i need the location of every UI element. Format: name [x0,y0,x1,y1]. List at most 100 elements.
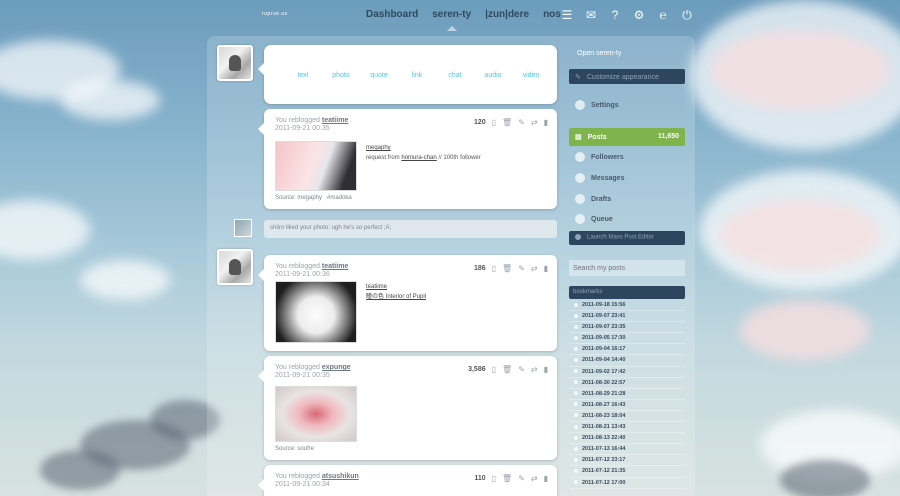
post-type-text[interactable]: text [284,72,322,79]
pin-icon[interactable]: ▮ [544,474,548,483]
bookmark-item[interactable]: 2011-07-12 23:17 [569,455,685,467]
bookmark-item[interactable]: 2011-09-04 16:17 [569,344,685,356]
mail-icon[interactable]: ✉ [584,8,598,22]
delete-icon[interactable]: 🗑 [502,118,512,127]
edit-icon[interactable]: ✎ [518,118,525,127]
bookmark-item[interactable]: 2011-09-04 14:40 [569,355,685,367]
user-avatar[interactable] [217,249,253,285]
notes-count[interactable]: 3,586 [468,366,486,373]
site-logo[interactable]: ruprue.us [262,11,288,17]
nav-nos[interactable]: nos [543,9,561,20]
bookmark-item[interactable]: 2011-08-30 22:57 [569,378,685,389]
posts-link[interactable]: ▤ Posts 11,650 [569,128,685,146]
queue-link[interactable]: Queue [569,214,685,228]
bookmark-item[interactable]: 2011-08-13 22:40 [569,433,685,445]
bookmark-item[interactable]: 2011-09-05 17:30 [569,333,685,345]
notification-row: shiiro liked your photo: ugh he's so per… [264,220,557,238]
search-posts-input[interactable] [569,260,685,276]
post-image[interactable] [275,386,357,442]
notes-count[interactable]: 120 [474,119,486,126]
reblog-icon[interactable]: ⇄ [531,264,538,273]
post-controls: 3,586 ▯ 🗑 ✎ ⇄ ▮ [468,365,548,374]
edit-icon[interactable]: ✎ [518,474,525,483]
bookmark-item[interactable]: 2011-08-27 16:43 [569,400,685,411]
power-icon[interactable]: ⏻ [680,8,694,22]
nav-dashboard[interactable]: Dashboard [366,9,418,20]
gear-icon[interactable]: ⚙ [632,8,646,22]
user-avatar[interactable] [217,45,253,81]
notes-count[interactable]: 186 [474,265,486,272]
delete-icon[interactable]: 🗑 [502,264,512,273]
bookmark-item[interactable]: 2011-08-23 18:04 [569,411,685,423]
delete-icon[interactable]: 🗑 [502,474,512,483]
post-body-user[interactable]: teatiime [366,284,387,290]
post-header: You reblogged expunge 2011-09-21 00:35 [275,364,351,379]
bookmark-item[interactable]: 2011-09-18 15:56 [569,300,685,312]
help-icon[interactable]: ? [608,8,622,22]
list-icon[interactable]: ☰ [560,8,574,22]
messages-link[interactable]: Messages [569,173,685,187]
homura-chan-link[interactable]: homura-chan [401,155,436,161]
edit-icon[interactable]: ✎ [518,264,525,273]
bookmarks-list: 2011-09-18 15:56 2011-09-07 23:41 2011-0… [569,300,685,489]
pin-icon[interactable]: ▮ [544,365,548,374]
open-blog-link[interactable]: Open seren-ty [569,48,685,60]
pin-icon[interactable]: ▮ [544,118,548,127]
post-type-link[interactable]: link [398,72,436,79]
page-icon: ▯ [491,365,497,374]
pin-icon[interactable]: ▮ [544,264,548,273]
notes-count[interactable]: 110 [474,475,485,482]
post-timestamp: 2011-09-21 00:35 [275,125,330,132]
bookmark-item[interactable]: 2011-08-29 21:28 [569,389,685,400]
post-header: You reblogged atsushikun 2011-09-21 00:3… [275,473,359,488]
reblog-icon[interactable]: ⇄ [531,365,538,374]
reblog-icon[interactable]: ⇄ [531,118,538,127]
bookmark-item[interactable]: 2011-09-02 17:42 [569,367,685,378]
edit-icon[interactable]: ✎ [518,365,525,374]
post-type-quote[interactable]: quote [360,72,398,79]
post-type-chat[interactable]: chat [436,72,474,79]
bookmark-item[interactable]: 2011-09-07 23:35 [569,322,685,334]
page-icon: ▯ [491,264,497,273]
queue-icon [575,214,585,224]
bookmark-item[interactable]: 2011-07-12 21:35 [569,466,685,478]
post-body-link[interactable]: 瞳の色 Interior of Pupil [366,294,426,300]
post-type-audio[interactable]: audio [474,72,512,79]
messages-icon [575,173,585,183]
followers-link[interactable]: Followers [569,152,685,166]
bookmark-item[interactable]: 2011-08-21 13:43 [569,422,685,434]
nav-zundere[interactable]: |zun|dere [485,9,529,20]
drafts-icon [575,194,585,204]
top-navigation-bar: ruprue.us Dashboard seren-ty |zun|dere n… [0,0,900,34]
customize-appearance-link[interactable]: ✎ Customize appearance [569,69,685,84]
post-body-user[interactable]: megaphy [366,145,391,151]
post-tag[interactable]: #madoka [327,195,352,201]
note-thumbnail[interactable] [234,219,252,237]
post-user-link[interactable]: expunge [322,364,351,371]
post-type-photo[interactable]: photo [322,72,360,79]
delete-icon[interactable]: 🗑 [502,365,512,374]
bookmark-item[interactable]: 2011-07-12 17:00 [569,478,685,489]
bookmark-item[interactable]: 2011-09-07 23:41 [569,311,685,323]
page-icon: ▯ [491,474,497,483]
post-source: Source: megaphy #madoka [275,195,352,201]
drafts-link[interactable]: Drafts [569,194,685,208]
post-source[interactable]: Source: soufre [275,446,314,452]
nav-seren-ty[interactable]: seren-ty [432,9,471,31]
post-image[interactable] [275,281,357,343]
e-icon[interactable]: ℮ [656,8,670,22]
mass-post-editor-link[interactable]: Launch Mass Post Editor [569,231,685,245]
post-user-link[interactable]: teatiime [322,117,348,124]
post-controls: 120 ▯ 🗑 ✎ ⇄ ▮ [474,118,548,127]
settings-link[interactable]: Settings [569,100,685,114]
bookmarks-header: bookmarks [569,286,685,299]
post-image[interactable] [275,141,357,191]
post-user-link[interactable]: teatiime [322,263,348,270]
post-type-video[interactable]: video [512,72,550,79]
nav-icons: ☰ ✉ ? ⚙ ℮ ⏻ [560,8,694,23]
post-timestamp: 2011-09-21 00:34 [275,481,330,488]
reblog-icon[interactable]: ⇄ [531,474,538,483]
post-user-link[interactable]: atsushikun [322,473,359,480]
bookmark-item[interactable]: 2011-07-13 16:44 [569,444,685,456]
post-header: You reblogged teatiime 2011-09-21 00:35 [275,117,349,132]
